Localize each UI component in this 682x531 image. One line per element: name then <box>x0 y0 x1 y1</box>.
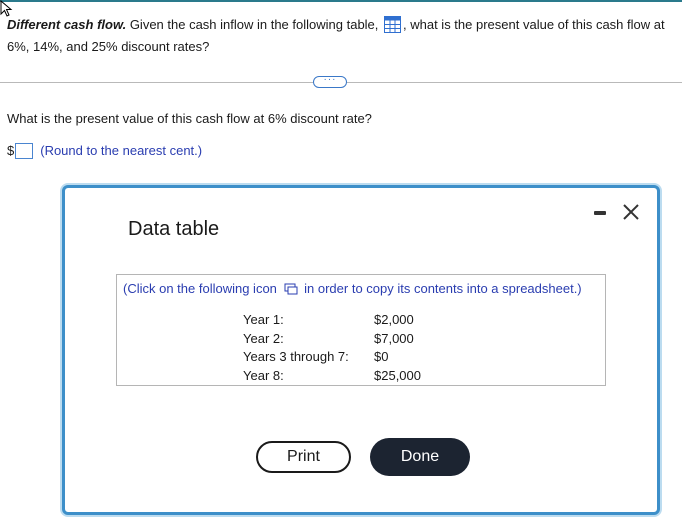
copy-instruction-part1: (Click on the following icon <box>123 281 281 296</box>
row-label: Year 2: <box>243 330 284 346</box>
row-label: Years 3 through 7: <box>243 349 349 364</box>
data-table-dialog: Data table (Click on the following icon … <box>62 185 660 515</box>
answer-input[interactable] <box>15 143 34 159</box>
data-panel: (Click on the following icon in order to… <box>116 274 606 386</box>
close-icon[interactable] <box>621 202 641 222</box>
row-value: $7,000 <box>374 330 414 346</box>
row-value: $0 <box>374 349 389 364</box>
copy-instruction: (Click on the following icon in order to… <box>123 281 582 296</box>
data-table-icon[interactable] <box>384 16 402 33</box>
table-row: Year 2: $7,000 <box>243 330 421 349</box>
table-row: Years 3 through 7: $0 <box>243 348 421 367</box>
row-value: $25,000 <box>374 367 421 383</box>
done-button[interactable]: Done <box>370 438 470 476</box>
table-row: Year 1: $2,000 <box>243 311 421 330</box>
question-text: Different cash flow. Given the cash infl… <box>7 14 679 58</box>
rounding-hint: (Round to the nearest cent.) <box>40 143 203 158</box>
print-button[interactable]: Print <box>256 441 351 473</box>
copy-instruction-part2: in order to copy its contents into a spr… <box>300 281 582 296</box>
cash-flow-table: Year 1: $2,000 Year 2: $7,000 Years 3 th… <box>243 311 421 385</box>
expand-button[interactable]: ··· <box>313 75 347 88</box>
row-label: Year 1: <box>243 312 284 327</box>
currency-symbol: $ <box>7 143 15 158</box>
sub-question: What is the present value of this cash f… <box>7 111 372 126</box>
question-text-part1: Given the cash inflow in the following t… <box>126 17 383 32</box>
top-accent-line <box>0 0 682 2</box>
answer-row: $ (Round to the nearest cent.) <box>7 142 202 160</box>
dialog-title: Data table <box>128 218 220 240</box>
minimize-icon[interactable] <box>594 211 606 215</box>
copy-to-spreadsheet-icon[interactable] <box>284 283 298 295</box>
table-row: Year 8: $25,000 <box>243 367 421 386</box>
row-label: Year 8: <box>243 367 284 383</box>
row-value: $2,000 <box>374 312 414 327</box>
question-title: Different cash flow. <box>7 17 127 32</box>
